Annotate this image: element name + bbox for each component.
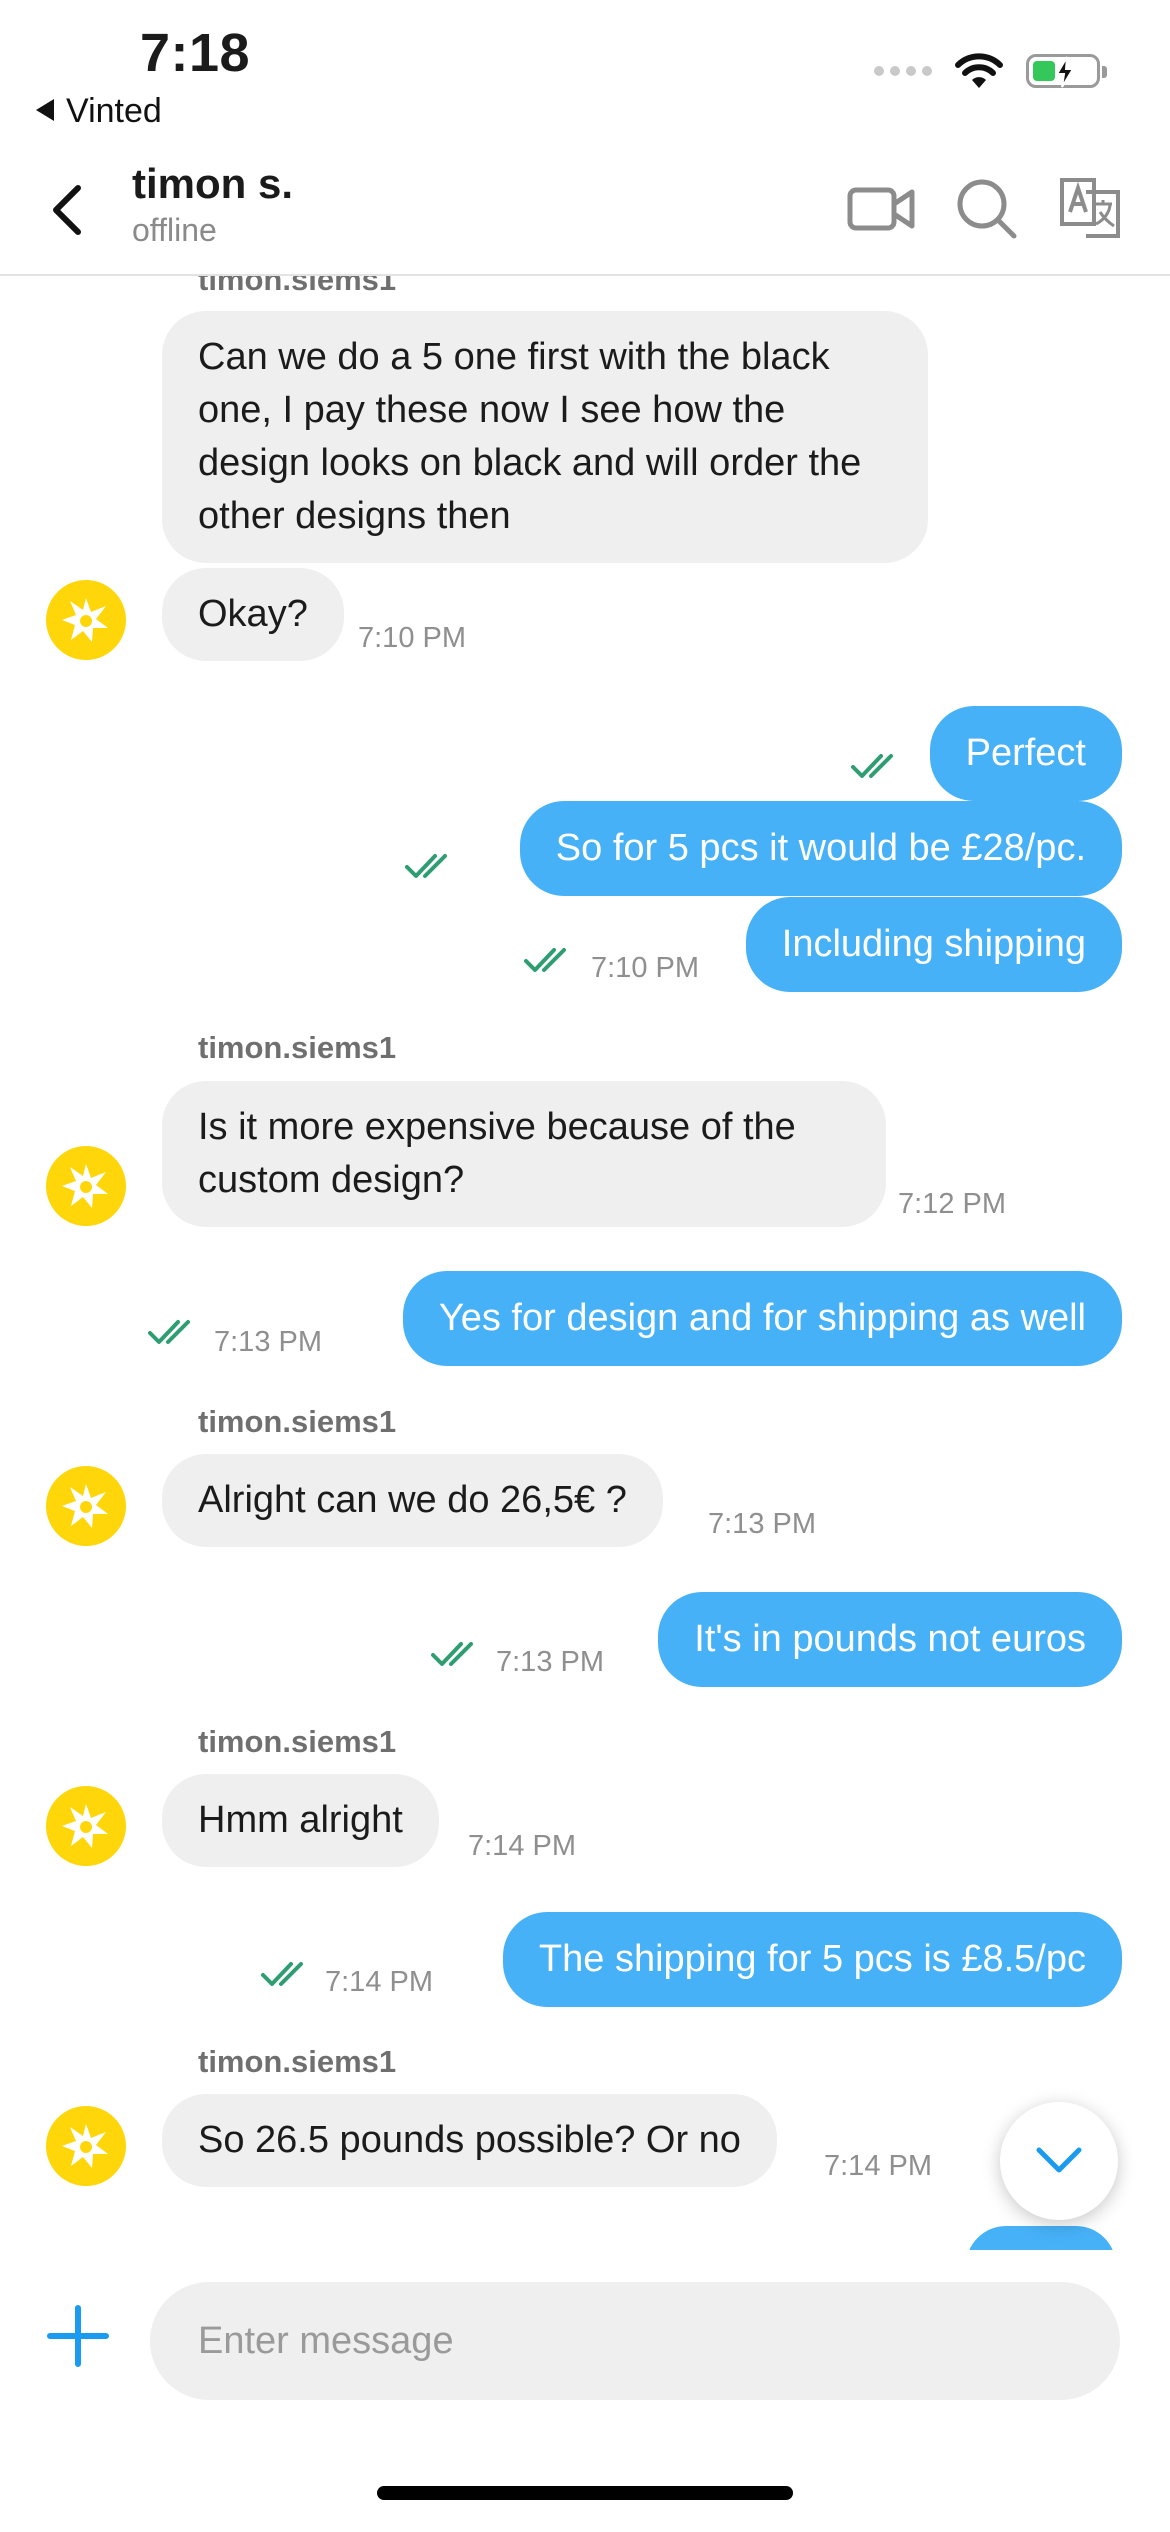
- chat-header: timon s. offline: [0, 150, 1170, 276]
- message-sender: timon.siems1: [198, 1030, 397, 1065]
- back-app-label: Vinted: [66, 92, 162, 130]
- read-receipt-icon: [851, 754, 893, 778]
- plus-icon[interactable]: [46, 2304, 110, 2368]
- message-sender: timon.siems1: [198, 1724, 397, 1759]
- back-triangle-icon: [36, 99, 54, 121]
- message-composer: [0, 2250, 1170, 2532]
- status-icons: [874, 52, 1107, 90]
- message-time: 7:14 PM: [824, 2150, 932, 2182]
- incoming-message[interactable]: So 26.5 pounds possible? Or no: [162, 2094, 777, 2187]
- signal-dots-icon: [874, 66, 932, 76]
- message-time: 7:10 PM: [358, 622, 466, 654]
- back-arrow-icon[interactable]: [40, 180, 100, 240]
- read-receipt-icon: [524, 948, 566, 972]
- message-list[interactable]: timon.siems1 Can we do a 5 one first wit…: [0, 276, 1170, 2250]
- avatar-logo-icon: [62, 598, 108, 642]
- outgoing-message[interactable]: It's in pounds not euros: [658, 1592, 1122, 1687]
- incoming-message[interactable]: Hmm alright: [162, 1774, 439, 1867]
- avatar-logo-icon: [62, 1484, 108, 1528]
- outgoing-message[interactable]: Perfect: [929, 706, 1122, 801]
- message-time: 7:10 PM: [591, 952, 699, 984]
- message-sender: timon.siems1: [198, 2044, 397, 2079]
- incoming-message[interactable]: Is it more expensive because of the cust…: [162, 1081, 886, 1227]
- incoming-message[interactable]: Can we do a 5 one first with the black o…: [162, 311, 928, 563]
- message-time: 7:13 PM: [708, 1508, 816, 1540]
- avatar-logo-icon: [62, 1164, 108, 1208]
- outgoing-message[interactable]: Yes for design and for shipping as well: [402, 1271, 1122, 1366]
- video-call-icon[interactable]: [846, 172, 918, 244]
- outgoing-message[interactable]: The shipping for 5 pcs is £8.5/pc: [502, 1912, 1122, 2007]
- message-input[interactable]: [150, 2282, 1120, 2400]
- outgoing-message[interactable]: Including shipping: [745, 897, 1122, 992]
- outgoing-message-partial[interactable]: [966, 2226, 1116, 2250]
- wifi-icon: [955, 53, 1003, 88]
- chevron-down-icon: [1036, 2147, 1082, 2173]
- avatar-logo-icon: [62, 1804, 108, 1848]
- message-time: 7:14 PM: [325, 1966, 433, 1998]
- read-receipt-icon: [431, 1642, 473, 1666]
- battery-charging-icon: [1026, 54, 1107, 88]
- message-sender: timon.siems1: [198, 1404, 397, 1439]
- scroll-to-bottom-button[interactable]: [1000, 2102, 1118, 2220]
- read-receipt-icon: [148, 1320, 190, 1344]
- avatar[interactable]: [46, 2106, 126, 2186]
- message-time: 7:13 PM: [496, 1646, 604, 1678]
- incoming-message[interactable]: Okay?: [162, 568, 344, 661]
- search-icon[interactable]: [950, 172, 1022, 244]
- message-time: 7:13 PM: [214, 1326, 322, 1358]
- back-to-app-link[interactable]: Vinted: [36, 92, 162, 131]
- avatar[interactable]: [46, 1146, 126, 1226]
- incoming-message[interactable]: Alright can we do 26,5€ ?: [162, 1454, 663, 1547]
- avatar[interactable]: [46, 580, 126, 660]
- contact-status: offline: [132, 212, 217, 248]
- read-receipt-icon: [405, 854, 447, 878]
- status-time: 7:18: [140, 23, 251, 83]
- translate-icon[interactable]: [1054, 172, 1126, 244]
- home-indicator[interactable]: [377, 2486, 793, 2500]
- outgoing-message[interactable]: So for 5 pcs it would be £28/pc.: [519, 801, 1122, 896]
- contact-name[interactable]: timon s.: [132, 160, 293, 208]
- avatar-logo-icon: [62, 2124, 108, 2168]
- message-sender: timon.siems1: [198, 276, 397, 297]
- avatar[interactable]: [46, 1786, 126, 1866]
- avatar[interactable]: [46, 1466, 126, 1546]
- read-receipt-icon: [261, 1962, 303, 1986]
- message-time: 7:14 PM: [468, 1830, 576, 1862]
- message-time: 7:12 PM: [898, 1188, 1006, 1220]
